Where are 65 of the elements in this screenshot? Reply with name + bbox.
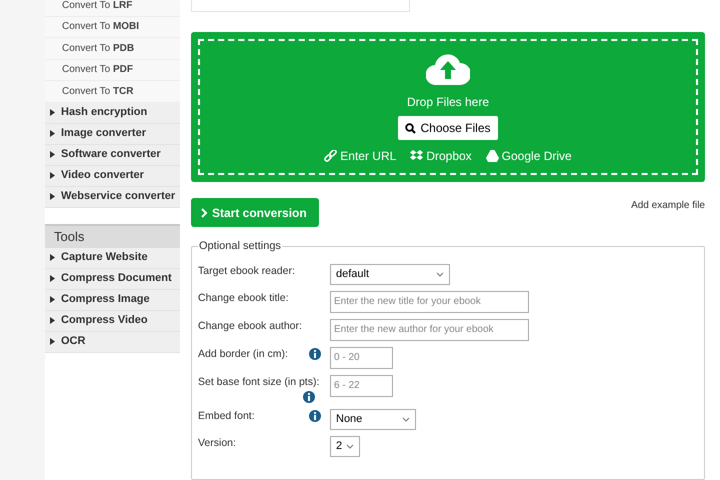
sidebar-item-label[interactable]: Webservice converter [61,188,176,205]
sidebar-item-label[interactable]: Compress Image [61,291,150,308]
sidebar-item[interactable]: Compress Document [45,268,180,290]
caret-icon [50,254,55,261]
chevron-right-icon [201,208,208,218]
chevron-icon [346,444,354,448]
sidebar-item-label[interactable]: Video converter [61,167,144,184]
caret-icon [50,193,55,200]
info-icon[interactable] [309,410,321,422]
caret-icon [50,130,55,137]
setting-label: Version: [198,436,237,450]
chevron-icon [436,272,444,276]
setting-label: Change ebook author: [198,318,303,332]
sidebar-item[interactable]: OCR [45,332,180,352]
caret-icon [50,338,55,345]
caret-icon [50,296,55,303]
caret-icon [50,275,55,282]
choose-files-button[interactable]: Choose Files [398,116,498,140]
sidebar-item[interactable]: Compress Image [45,290,180,310]
sidebar-item[interactable]: Video converter [45,166,180,186]
sidebar-item[interactable]: Compress Video [45,310,180,332]
chevron-icon [402,416,410,422]
number-field[interactable]: 0 - 20 [330,346,393,368]
sidebar-item-label[interactable]: Software converter [61,146,161,163]
sidebar-item-label[interactable]: Compress Document [61,270,172,287]
text-field[interactable]: Enter the new author for your ebook [330,318,529,340]
dropdown[interactable]: 2 [330,436,360,456]
dropdown[interactable]: None [330,408,416,430]
sidebar-link[interactable]: Convert To PDF [45,60,180,81]
search-icon [405,122,416,134]
setting-label: Change ebook title: [198,290,290,304]
sidebar-item-label[interactable]: Hash encryption [61,104,148,121]
cloud-upload-icon [426,53,470,85]
caret-icon [50,109,55,116]
setting-label: Embed font: [198,408,256,422]
sidebar-item[interactable]: Hash encryption [45,102,180,124]
sidebar-link[interactable]: Convert To PDB [45,38,180,60]
sidebar-item-label[interactable]: Image converter [61,125,146,142]
box-icon [410,150,424,162]
sidebar-item[interactable]: Software converter [45,144,180,166]
sidebar-item-label[interactable]: Capture Website [61,249,148,266]
caret-icon [50,172,55,179]
sidebar-link[interactable]: Convert To LRF [45,0,180,16]
sidebar-item[interactable]: Image converter [45,124,180,144]
link-icon [324,150,338,162]
text-field[interactable]: Enter the new title for your ebook [330,290,529,312]
caret-icon [50,151,55,158]
dropdown[interactable]: default [330,264,450,284]
sidebar-link[interactable]: Convert To TCR [45,81,180,102]
sidebar-item-label[interactable]: OCR [61,333,86,350]
info-icon[interactable] [309,348,321,360]
tools-heading: Tools [45,224,180,248]
setting-label: Set base font size (in pts): [198,374,320,388]
caret-icon [50,317,55,324]
settings-title: Optional settings [198,239,282,254]
info-icon[interactable] [303,390,315,402]
sidebar-item[interactable]: Webservice converter [45,186,180,208]
sidebar-item[interactable]: Capture Website [45,248,180,268]
number-field[interactable]: 6 - 22 [330,374,393,396]
sidebar-link[interactable]: Convert To MOBI [45,16,180,38]
drop-text: Drop Files here [406,94,490,111]
add-example-link[interactable]: Add example file [631,198,705,213]
sidebar-item-label[interactable]: Compress Video [61,312,148,329]
setting-label: Target ebook reader: [198,264,296,278]
setting-label: Add border (in cm): [198,346,289,360]
